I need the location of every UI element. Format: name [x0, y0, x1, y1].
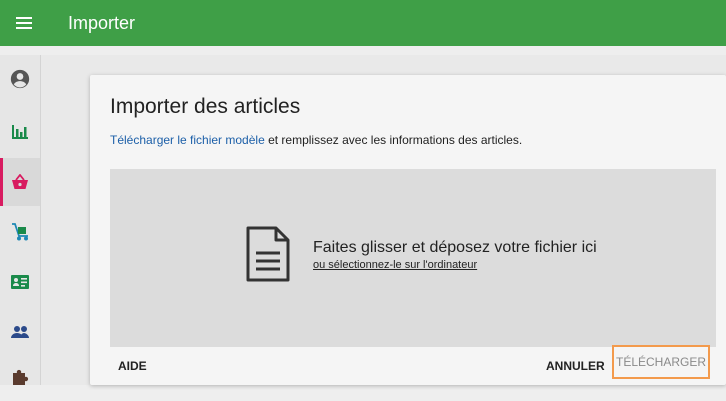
file-dropzone[interactable]: Faites glisser et déposez votre fichier … [110, 169, 716, 347]
sidebar-item-account[interactable] [0, 55, 40, 103]
hamburger-menu-icon[interactable] [0, 0, 48, 46]
basket-icon [12, 174, 28, 189]
sidebar-item-users[interactable] [0, 308, 40, 356]
description-text: et remplissez avec les informations des … [264, 133, 523, 147]
browse-computer-link[interactable]: ou sélectionnez-le sur l'ordinateur [313, 259, 477, 271]
bar-chart-icon [12, 125, 28, 139]
sidebar-item-reports[interactable] [0, 108, 40, 156]
upload-button[interactable]: TÉLÉCHARGER [612, 345, 710, 379]
sidebar-item-delivery[interactable] [0, 208, 40, 256]
puzzle-icon [13, 369, 29, 385]
id-card-icon [11, 275, 29, 289]
cancel-button[interactable]: ANNULER [546, 359, 605, 373]
account-circle-icon [10, 69, 30, 89]
sidebar-item-articles[interactable] [0, 158, 40, 206]
sidebar-item-contacts[interactable] [0, 258, 40, 306]
sidebar-item-extensions[interactable] [0, 353, 40, 401]
import-card: Importer des articles Télécharger le fic… [90, 75, 726, 385]
app-title: Importer [68, 12, 136, 33]
document-icon [246, 226, 290, 282]
sidebar [0, 55, 41, 385]
top-app-bar: Importer [0, 0, 726, 46]
help-button[interactable]: AIDE [118, 359, 147, 373]
card-description: Télécharger le fichier modèle et remplis… [110, 133, 522, 147]
download-template-link[interactable]: Télécharger le fichier modèle [110, 133, 265, 147]
page-title: Importer des articles [110, 95, 301, 118]
people-icon [11, 326, 29, 338]
hand-truck-icon [12, 223, 28, 241]
dropzone-title: Faites glisser et déposez votre fichier … [313, 239, 597, 256]
